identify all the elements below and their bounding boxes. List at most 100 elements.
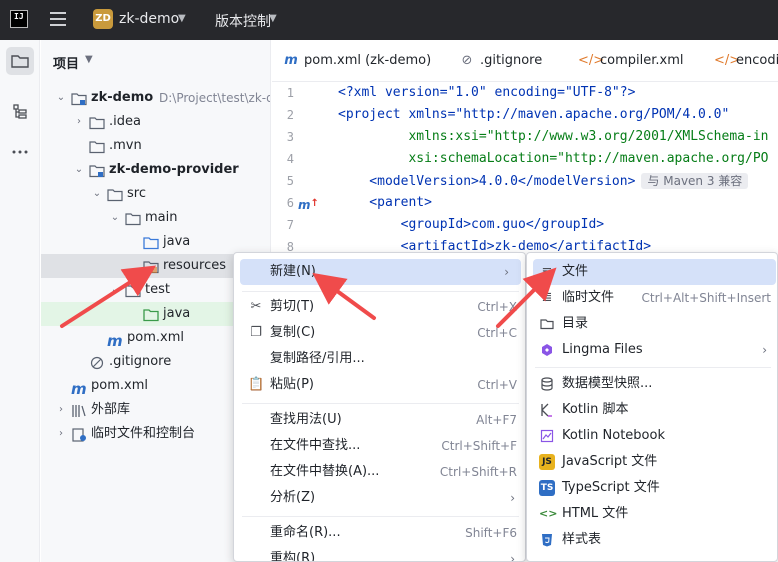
more-tools-button[interactable] (6, 138, 34, 166)
submenu-item-stylesheet[interactable]: 样式表 (527, 527, 777, 553)
chevron-down-icon[interactable]: ▼ (85, 54, 93, 65)
submenu-item-html-file[interactable]: <> HTML 文件 (527, 501, 777, 527)
tree-item-label: 外部库 (91, 402, 131, 417)
tab-encodings-xml[interactable]: </>encodin (714, 40, 778, 81)
tree-item-label: main (145, 210, 178, 225)
menu-separator (242, 516, 519, 517)
submenu-item-kotlin-script[interactable]: Kotlin 脚本 (527, 397, 777, 423)
menu-item-analyze[interactable]: 分析(Z) › (234, 485, 525, 511)
submenu-item-lingma-files[interactable]: Lingma Files › (527, 337, 777, 363)
menu-item-label: 在文件中替换(A)... (270, 464, 380, 479)
vcs-dropdown[interactable]: 版本控制 (215, 11, 271, 31)
submenu-item-file[interactable]: ≡ 文件 (533, 259, 776, 285)
folder-icon (89, 139, 105, 154)
menu-item-label: Kotlin 脚本 (562, 402, 629, 417)
tab-pom-xml-zk-demo[interactable]: m pom.xml (zk-demo) (282, 40, 431, 81)
menu-item-refactor[interactable]: 重构(R) › (234, 546, 525, 561)
menu-shortcut: Alt+F7 (476, 413, 517, 427)
code-text: <project xmlns="http://maven.apache.org/… (338, 107, 730, 122)
main-menu-icon[interactable] (50, 12, 66, 26)
chevron-down-icon[interactable]: ⌄ (109, 278, 121, 302)
gitignore-icon (89, 355, 105, 370)
tree-item[interactable]: ⌄ zk-demo-provider (41, 158, 270, 182)
menu-item-replace-in-files[interactable]: 在文件中替换(A)... Ctrl+Shift+R (234, 459, 525, 485)
chevron-right-icon[interactable]: › (55, 398, 67, 422)
menu-item-rename[interactable]: 重命名(R)... Shift+F6 (234, 520, 525, 546)
tree-item-label: zk-demo-provider (109, 162, 239, 177)
project-name-dropdown[interactable]: zk-demo (119, 11, 179, 27)
code-line: <groupId>com.guo</groupId> (338, 214, 605, 236)
test-source-folder-icon (143, 307, 159, 322)
menu-shortcut: Ctrl+C (477, 326, 517, 340)
chevron-right-icon[interactable]: › (73, 110, 85, 134)
structure-tool-button[interactable] (6, 98, 34, 126)
submenu-item-kotlin-notebook[interactable]: Kotlin Notebook (527, 423, 777, 449)
maven-parent-gutter-icon[interactable]: m↑ (298, 198, 319, 212)
tree-item[interactable]: ⌄ zk-demo D:\Project\test\zk-de (41, 86, 271, 110)
menu-item-label: 在文件中查找... (270, 438, 361, 453)
tab-compiler-xml[interactable]: </>compiler.xml (578, 40, 684, 81)
gitignore-icon: ⊘ (461, 53, 473, 68)
structure-icon (13, 104, 27, 119)
tree-item[interactable]: › .idea (41, 110, 270, 134)
project-badge[interactable]: ZD (93, 9, 113, 29)
menu-item-copy[interactable]: ❐ 复制(C) Ctrl+C (234, 320, 525, 346)
menu-item-paste[interactable]: 📋 粘贴(P) Ctrl+V (234, 372, 525, 398)
code-text: <modelVersion>4.0.0</modelVersion> (338, 174, 636, 189)
menu-item-label: 复制路径/引用... (270, 351, 365, 366)
submenu-item-javascript-file[interactable]: JS JavaScript 文件 (527, 449, 777, 475)
menu-separator (242, 291, 519, 292)
tree-item-path: D:\Project\test\zk-de (159, 91, 271, 105)
submenu-item-directory[interactable]: 目录 (527, 311, 777, 337)
tree-item[interactable]: ⌄ main (41, 206, 270, 230)
menu-shortcut: Ctrl+Alt+Shift+Insert (641, 291, 771, 305)
chevron-down-icon[interactable]: ⌄ (109, 206, 121, 230)
menu-item-new[interactable]: 新建(N) › (240, 259, 521, 285)
tree-item-label: src (127, 186, 146, 201)
tree-item[interactable]: ⌄ src (41, 182, 270, 206)
menu-item-cut[interactable]: ✂ 剪切(T) Ctrl+X (234, 294, 525, 320)
folder-icon (125, 283, 141, 298)
code-line: <project xmlns="http://maven.apache.org/… (338, 104, 729, 126)
tree-item-label: .mvn (109, 138, 142, 153)
tab-gitignore[interactable]: ⊘ .gitignore (458, 40, 543, 81)
menu-item-find-in-files[interactable]: 在文件中查找... Ctrl+Shift+F (234, 433, 525, 459)
kotlin-icon (539, 402, 555, 418)
menu-item-label: Kotlin Notebook (562, 428, 665, 443)
folder-icon (107, 187, 123, 202)
project-panel-title[interactable]: 项目 (53, 53, 79, 72)
menu-item-label: JavaScript 文件 (562, 454, 658, 469)
chevron-down-icon[interactable]: ⌄ (91, 182, 103, 206)
chevron-right-icon[interactable]: › (55, 422, 67, 446)
tree-item[interactable]: .mvn (41, 134, 270, 158)
chevron-down-icon[interactable]: ▼ (269, 13, 277, 24)
resources-folder-icon (143, 259, 159, 274)
line-number: 6 (286, 196, 294, 210)
code-text: xmlns:xsi="http://www.w3.org/2001/XMLSch… (338, 129, 769, 144)
scissors-icon: ✂ (250, 299, 262, 314)
tab-label: encodin (736, 53, 778, 68)
line-number: 7 (286, 218, 294, 232)
module-folder-icon (89, 163, 105, 178)
menu-shortcut: Ctrl+Shift+R (439, 465, 517, 479)
code-line: <?xml version="1.0" encoding="UTF-8"?> (338, 82, 635, 104)
project-tool-button[interactable] (6, 47, 34, 75)
submenu-item-typescript-file[interactable]: TS TypeScript 文件 (527, 475, 777, 501)
menu-item-label: 重命名(R)... (270, 525, 341, 540)
scratch-icon (71, 427, 87, 442)
tab-label: .gitignore (480, 53, 543, 68)
more-icon (12, 150, 28, 154)
module-folder-icon (71, 91, 87, 106)
tree-item-label: .gitignore (109, 354, 172, 369)
menu-item-copy-path[interactable]: 复制路径/引用... (234, 346, 525, 372)
chevron-down-icon[interactable]: ⌄ (73, 158, 85, 182)
chevron-down-icon[interactable]: ⌄ (55, 86, 67, 110)
menu-item-find-usages[interactable]: 查找用法(U) Alt+F7 (234, 407, 525, 433)
submenu-item-scratch-file[interactable]: ≣ 临时文件 Ctrl+Alt+Shift+Insert (527, 285, 777, 311)
menu-shortcut: Ctrl+Shift+F (441, 439, 517, 453)
submenu-item-data-model-snapshot[interactable]: 数据模型快照... (527, 371, 777, 397)
code-text: <groupId>com.guo</groupId> (338, 217, 605, 232)
tree-item[interactable]: java (41, 230, 270, 254)
chevron-down-icon[interactable]: ▼ (178, 13, 186, 24)
intellij-logo-icon[interactable]: IJ (10, 10, 28, 28)
